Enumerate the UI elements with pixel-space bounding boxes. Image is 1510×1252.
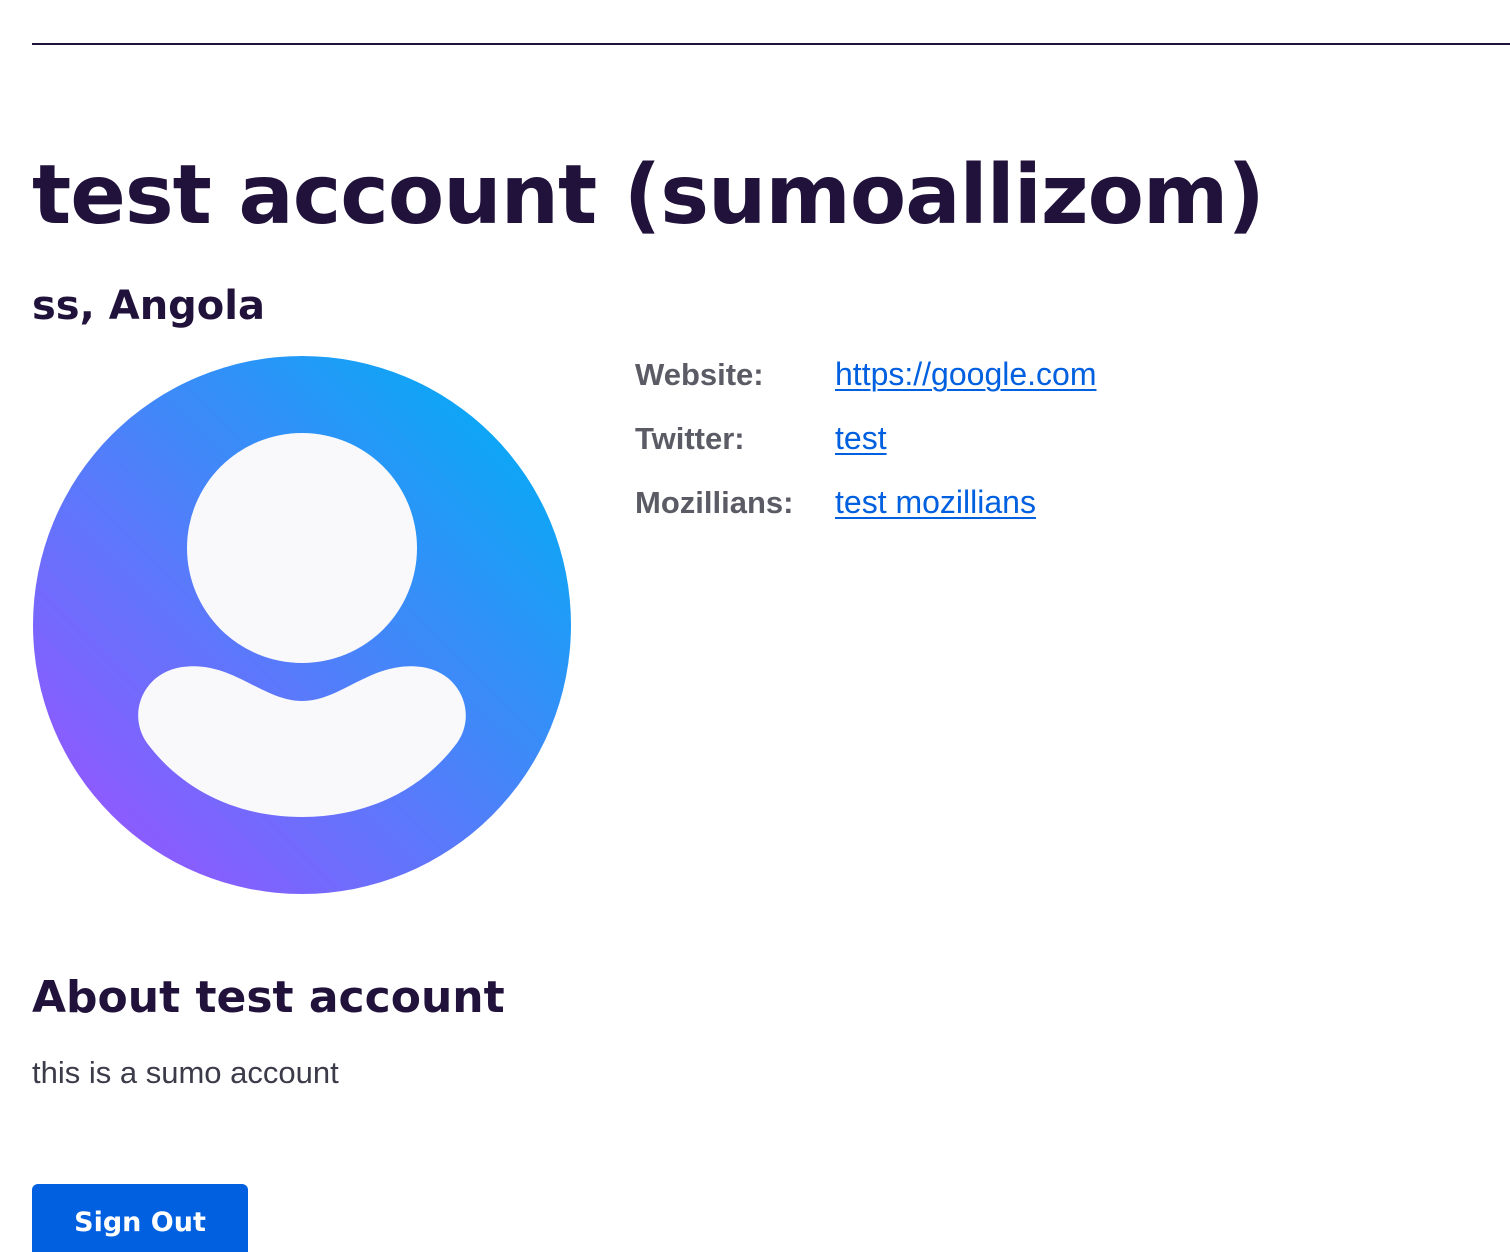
detail-row-website: Website: https://google.com (635, 356, 1096, 420)
header-divider (32, 43, 1510, 45)
about-heading: About test account (32, 972, 505, 1023)
detail-row-twitter: Twitter: test (635, 420, 1096, 484)
website-link[interactable]: https://google.com (835, 356, 1096, 393)
profile-details: Website: https://google.com Twitter: tes… (635, 356, 1096, 548)
twitter-label: Twitter: (635, 421, 745, 456)
profile-location: ss, Angola (32, 283, 265, 329)
profile-name: test account (sumoallizom) (32, 148, 1265, 243)
detail-row-mozillians: Mozillians: test mozillians (635, 484, 1096, 548)
twitter-link[interactable]: test (835, 420, 887, 457)
profile-page: test account (sumoallizom) ss, Angola We… (0, 0, 1510, 1252)
sign-out-button[interactable]: Sign Out (32, 1184, 248, 1252)
avatar-head (187, 433, 417, 663)
user-avatar-icon (32, 355, 572, 895)
about-text: this is a sumo account (32, 1055, 339, 1090)
website-label: Website: (635, 357, 764, 392)
mozillians-link[interactable]: test mozillians (835, 484, 1036, 521)
mozillians-label: Mozillians: (635, 485, 794, 520)
